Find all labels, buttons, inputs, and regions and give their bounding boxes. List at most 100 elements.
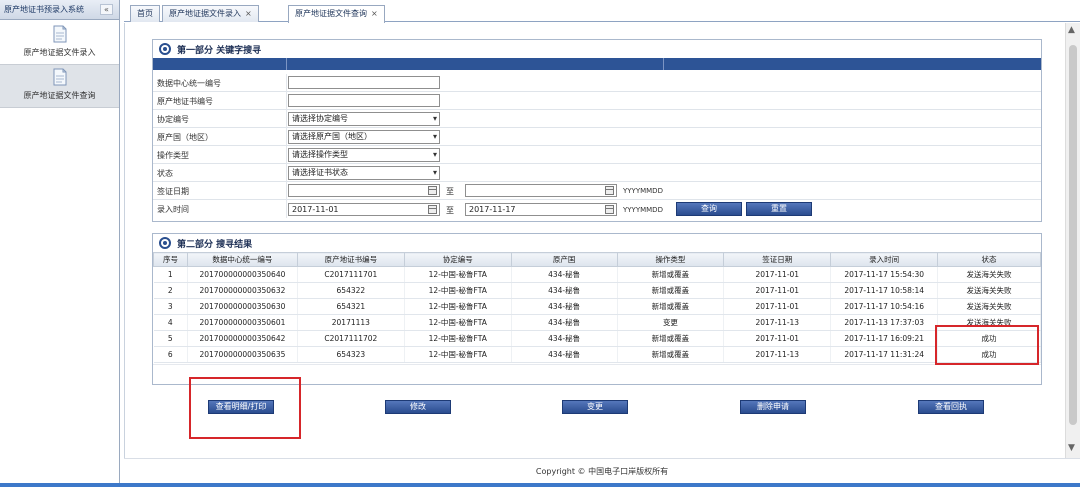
certificate-no-label: 原产地证书编号 <box>157 97 213 106</box>
calendar-icon[interactable] <box>428 205 437 214</box>
document-icon <box>53 25 66 43</box>
column-header: 序号 <box>153 252 188 267</box>
button-highlight-box <box>189 377 301 439</box>
table-cell: 2017-11-17 16:09:21 <box>830 330 939 347</box>
table-cell: C2017111702 <box>297 330 405 347</box>
scrollbar-thumb[interactable] <box>1069 45 1077 425</box>
table-cell: 2017-11-13 17:37:03 <box>830 314 939 331</box>
operation-type-value: 请选择操作类型 <box>292 150 348 159</box>
sidebar-item-label: 原产地证据文件录入 <box>23 48 96 57</box>
form-row-data-center: 数据中心统一编号 <box>153 74 1041 92</box>
change-button[interactable]: 变更 <box>562 400 628 414</box>
origin-country-select[interactable]: 请选择原产国（地区） ▾ <box>288 130 440 144</box>
table-row[interactable]: 6 201700000000350635 654323 12-中国-秘鲁FTA 434-… <box>153 346 1041 363</box>
date-format-hint: YYYYMMDD <box>623 206 663 214</box>
table-cell: 2017-11-13 <box>723 346 832 363</box>
table-cell: 12-中国-秘鲁FTA <box>404 298 512 315</box>
entry-time-to-value: 2017-11-17 <box>469 205 516 214</box>
table-cell: 434-秘鲁 <box>511 346 618 363</box>
section-icon <box>159 237 171 249</box>
table-cell: 20171113 <box>297 314 405 331</box>
table-cell: 434-秘鲁 <box>511 330 618 347</box>
issue-date-from-input[interactable] <box>288 184 440 197</box>
certificate-no-input[interactable] <box>288 94 440 107</box>
table-cell: 5 <box>153 330 188 347</box>
calendar-icon[interactable] <box>428 186 437 195</box>
vertical-scrollbar[interactable]: ▲ ▼ <box>1065 23 1080 458</box>
table-cell: 434-秘鲁 <box>511 298 618 315</box>
table-cell: 434-秘鲁 <box>511 314 618 331</box>
origin-country-label: 原产国（地区） <box>157 133 213 142</box>
table-cell: 434-秘鲁 <box>511 282 618 299</box>
entry-time-from-input[interactable]: 2017-11-01 <box>288 203 440 216</box>
table-cell: 新增或覆盖 <box>617 266 725 283</box>
table-row[interactable]: 5 201700000000350642 C2017111702 12-中国-秘鲁FT… <box>153 330 1041 347</box>
table-row[interactable]: 3 201700000000350630 654321 12-中国-秘鲁FTA 434-… <box>153 298 1041 315</box>
agreement-no-select[interactable]: 请选择协定编号 ▾ <box>288 112 440 126</box>
document-icon <box>53 68 66 86</box>
operation-type-select[interactable]: 请选择操作类型 ▾ <box>288 148 440 162</box>
table-cell: 12-中国-秘鲁FTA <box>404 314 512 331</box>
operation-type-label: 操作类型 <box>157 151 189 160</box>
form-row-status: 状态 请选择证书状态 ▾ <box>153 164 1041 182</box>
table-cell: 新增或覆盖 <box>617 282 725 299</box>
table-cell: 201700000000350640 <box>187 266 298 283</box>
table-cell: 2 <box>153 282 188 299</box>
data-center-id-label: 数据中心统一编号 <box>157 79 221 88</box>
delete-request-button[interactable]: 删除申请 <box>740 400 806 414</box>
tab-label: 首页 <box>137 9 153 18</box>
data-center-id-input[interactable] <box>288 76 440 89</box>
calendar-icon[interactable] <box>605 205 614 214</box>
sidebar-item-entry[interactable]: 原产地证据文件录入 <box>0 20 119 64</box>
calendar-icon[interactable] <box>605 186 614 195</box>
reset-button[interactable]: 重置 <box>746 202 812 216</box>
query-button[interactable]: 查询 <box>676 202 742 216</box>
issue-date-label: 签证日期 <box>157 187 189 196</box>
tab-home[interactable]: 首页 <box>130 5 160 22</box>
search-panel-header: 第一部分 关键字搜寻 <box>153 40 1041 58</box>
column-header: 签证日期 <box>723 252 832 267</box>
table-cell: 201700000000350632 <box>187 282 298 299</box>
scroll-down-icon[interactable]: ▼ <box>1068 443 1075 453</box>
table-cell: 2017-11-17 11:31:24 <box>830 346 939 363</box>
status-highlight-box <box>935 325 1039 365</box>
agreement-no-label: 协定编号 <box>157 115 189 124</box>
sidebar-item-query[interactable]: 原产地证据文件查询 <box>0 64 119 108</box>
close-icon[interactable]: × <box>371 9 378 18</box>
table-cell: 654323 <box>297 346 405 363</box>
scroll-up-icon[interactable]: ▲ <box>1068 25 1075 35</box>
entry-time-to-input[interactable]: 2017-11-17 <box>465 203 617 216</box>
table-cell: 发送海关失败 <box>937 266 1041 283</box>
to-label: 至 <box>446 206 454 215</box>
table-cell: 1 <box>153 266 188 283</box>
table-row[interactable]: 4 201700000000350601 20171113 12-中国-秘鲁FTA 43… <box>153 314 1041 331</box>
tab-entry[interactable]: 原产地证据文件录入 × <box>162 5 259 22</box>
collapse-icon[interactable]: « <box>100 4 113 15</box>
table-row[interactable]: 2 201700000000350632 654322 12-中国-秘鲁FTA 434-… <box>153 282 1041 299</box>
table-cell: 201700000000350635 <box>187 346 298 363</box>
issue-date-to-input[interactable] <box>465 184 617 197</box>
main-content: 第一部分 关键字搜寻 数据中心统一编号 原产地证书编号 协定编号 请选择协定编号… <box>124 23 1080 458</box>
table-cell: 发送海关失败 <box>937 282 1041 299</box>
form-row-agreement: 协定编号 请选择协定编号 ▾ <box>153 110 1041 128</box>
results-panel-title: 第二部分 搜寻结果 <box>177 239 253 250</box>
column-header: 原产国 <box>510 252 618 267</box>
search-panel-title: 第一部分 关键字搜寻 <box>177 45 262 56</box>
form-row-issue-date: 签证日期 至 YYYYMMDD <box>153 182 1041 200</box>
table-row[interactable]: 1 201700000000350640 C2017111701 12-中国-秘鲁FT… <box>153 266 1041 283</box>
copyright-text: Copyright © 中国电子口岸版权所有 <box>535 467 669 476</box>
tab-bar: 首页 原产地证据文件录入 × 原产地证据文件查询 × <box>124 0 1080 23</box>
view-receipt-button[interactable]: 查看回执 <box>918 400 984 414</box>
column-header: 原产地证书编号 <box>296 252 405 267</box>
table-cell: 201700000000350601 <box>187 314 298 331</box>
form-row-entry-time: 录入时间 2017-11-01 至 2017-11-17 YYYYMMDD 查询… <box>153 200 1041 218</box>
close-icon[interactable]: × <box>245 9 252 18</box>
status-select[interactable]: 请选择证书状态 ▾ <box>288 166 440 180</box>
modify-button[interactable]: 修改 <box>385 400 451 414</box>
tab-query[interactable]: 原产地证据文件查询 × <box>288 5 385 23</box>
entry-time-from-value: 2017-11-01 <box>292 205 339 214</box>
table-cell: 201700000000350630 <box>187 298 298 315</box>
table-header-row: 序号 数据中心统一编号 原产地证书编号 协定编号 原产国 操作类型 签证日期 录… <box>153 252 1041 267</box>
results-panel-header: 第二部分 搜寻结果 <box>153 234 1041 252</box>
table-cell: 变更 <box>617 314 725 331</box>
